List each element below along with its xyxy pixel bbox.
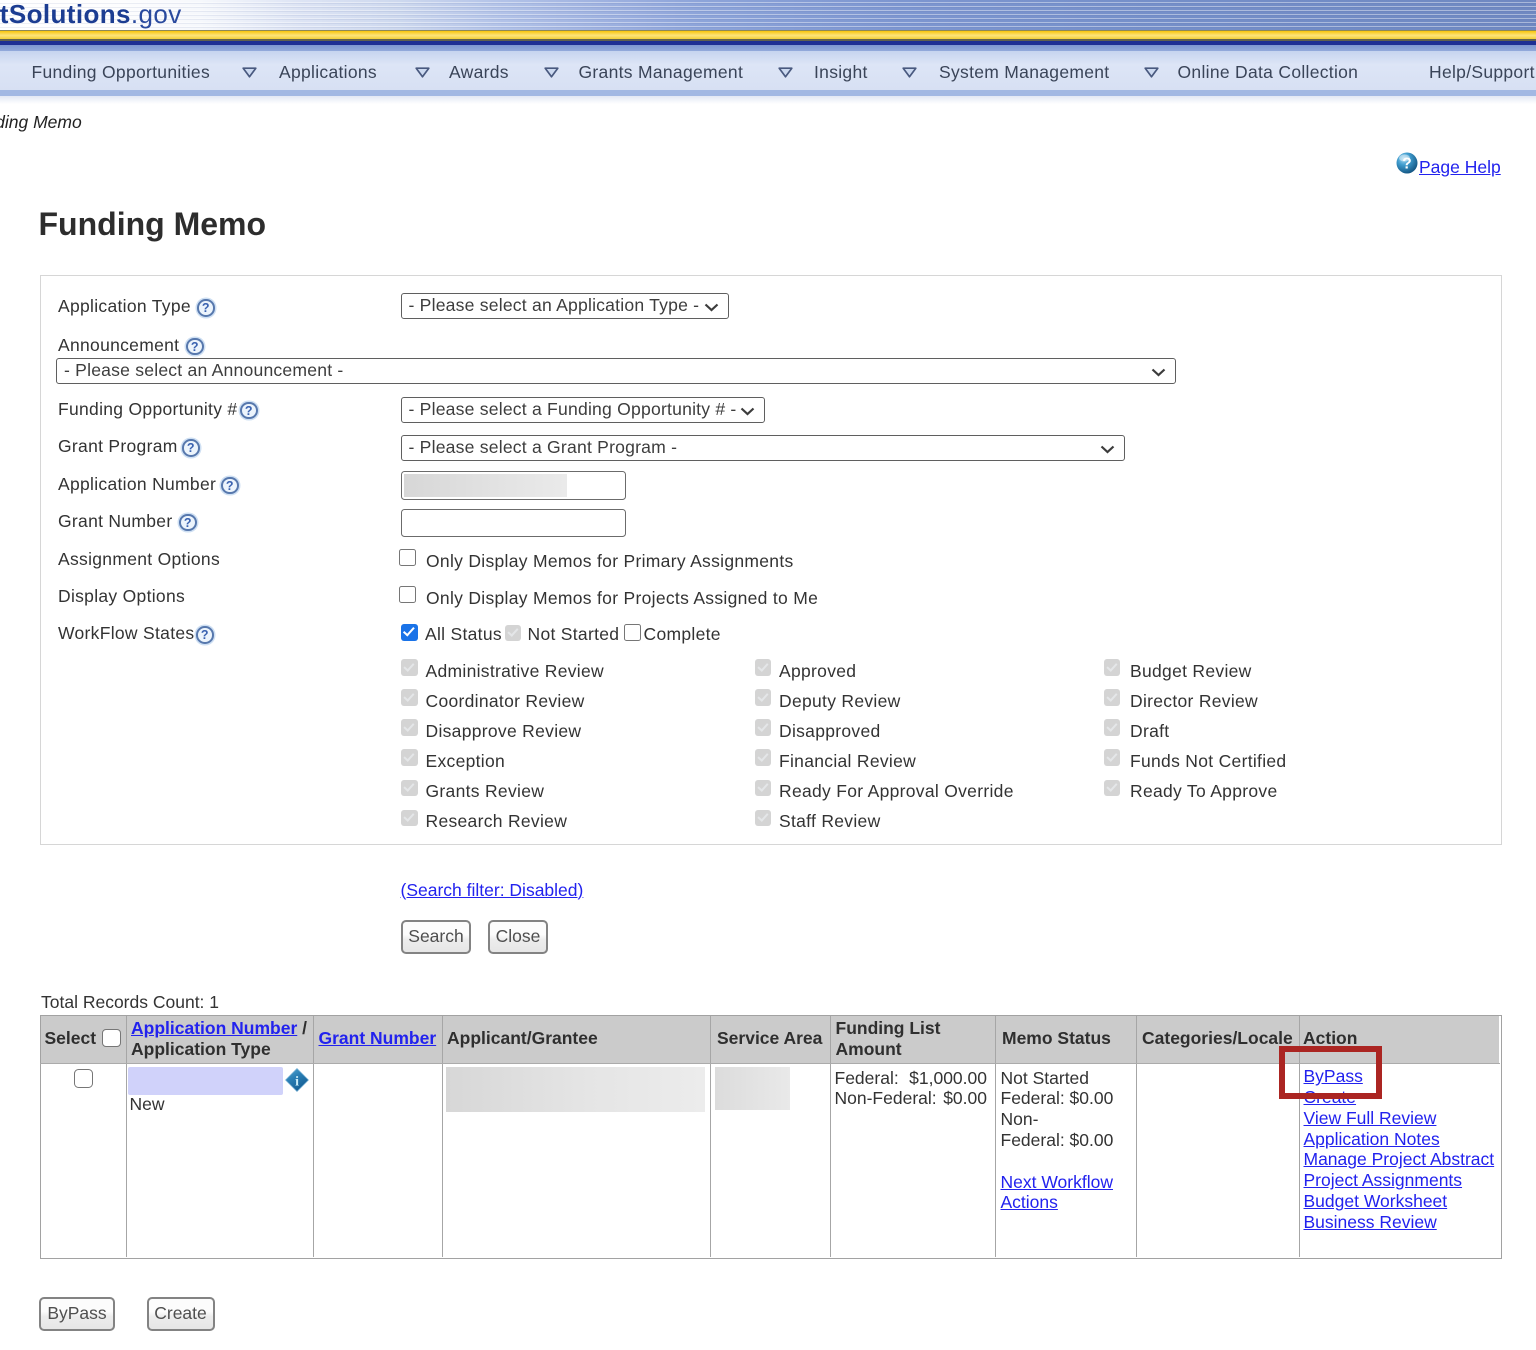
svg-text:?: ? (1402, 156, 1411, 173)
svg-text:i: i (295, 1074, 299, 1089)
